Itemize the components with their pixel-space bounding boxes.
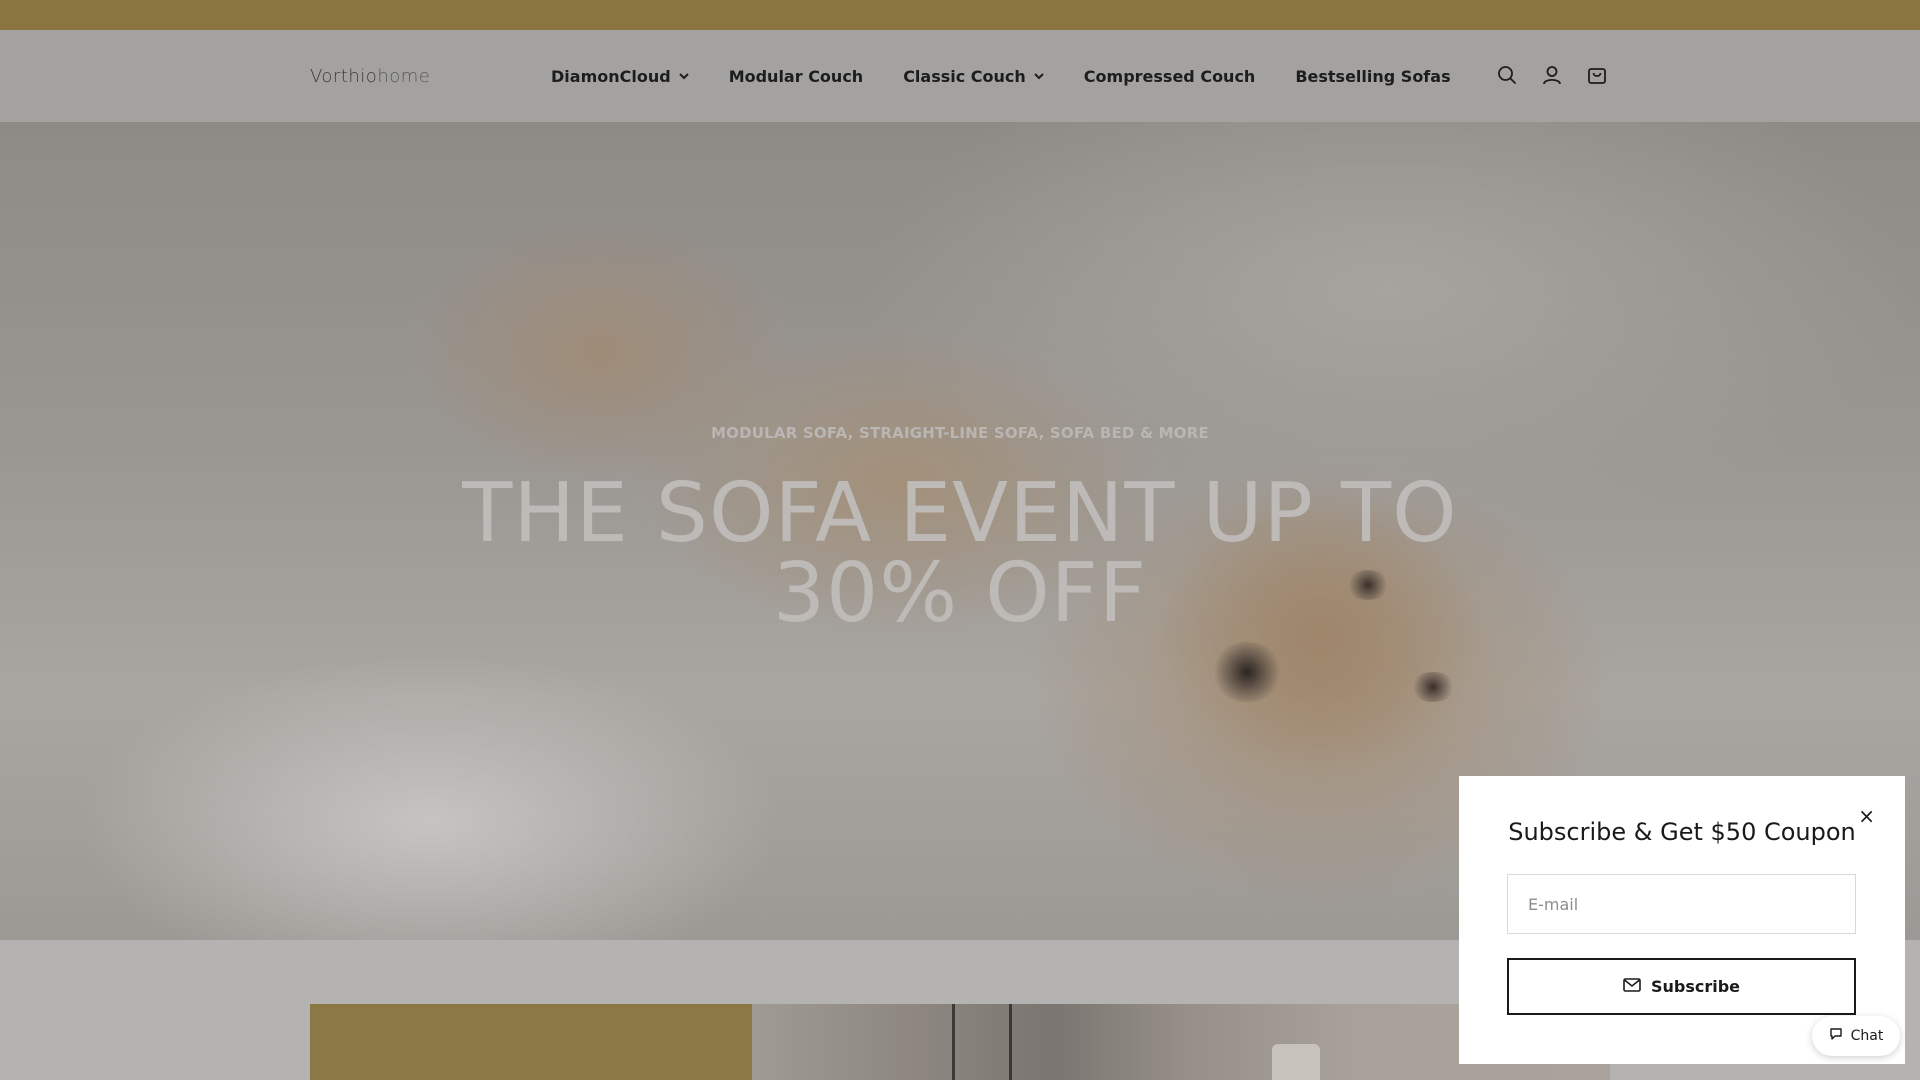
announcement-bar — [0, 0, 1920, 30]
nav-item-modular-couch[interactable]: Modular Couch — [729, 67, 864, 86]
chevron-down-icon — [678, 72, 689, 80]
popup-title: Subscribe & Get $50 Coupon — [1508, 818, 1856, 846]
promo-image-frame — [952, 1004, 1012, 1080]
nav-item-label: Bestselling Sofas — [1295, 66, 1451, 86]
nav-item-label: DiamonCloud — [551, 66, 671, 86]
main-nav: DiamonCloud Modular Couch Classic Couch … — [551, 64, 1491, 88]
cart-icon[interactable] — [1586, 64, 1608, 86]
chat-button-label: Chat — [1850, 1028, 1884, 1044]
subscribe-button-label: Subscribe — [1650, 977, 1741, 996]
subscribe-button[interactable]: Subscribe — [1507, 958, 1856, 1015]
chat-button[interactable]: Chat — [1812, 1016, 1900, 1056]
promo-image-lamp — [1272, 1044, 1320, 1080]
site-header: Vorthiohome DiamonCloud Modular Couch Cl… — [0, 30, 1920, 122]
nav-item-diamoncloud[interactable]: DiamonCloud — [551, 67, 689, 86]
nav-item-label: Compressed Couch — [1083, 66, 1256, 86]
search-icon[interactable] — [1496, 64, 1518, 86]
nav-item-bestselling-sofas[interactable]: Bestselling Sofas — [1295, 67, 1450, 86]
chat-bubble-icon — [1829, 1027, 1843, 1045]
hero-image-detail — [1410, 672, 1456, 702]
chevron-down-icon — [1034, 72, 1044, 80]
header-actions — [1496, 64, 1608, 86]
hero-eyebrow: MODULAR SOFA, STRAIGHT-LINE SOFA, SOFA B… — [711, 424, 1209, 442]
logo-text-primary: Vorthio — [310, 66, 378, 87]
mail-icon — [1623, 977, 1641, 997]
email-field[interactable] — [1507, 874, 1856, 934]
promo-tile-gold[interactable] — [310, 1004, 752, 1080]
nav-item-classic-couch[interactable]: Classic Couch — [903, 67, 1044, 86]
nav-item-compressed-couch[interactable]: Compressed Couch — [1084, 67, 1256, 86]
logo-text-secondary: home — [377, 66, 431, 87]
hero-image-detail — [1212, 642, 1282, 702]
nav-item-label: Classic Couch — [903, 66, 1026, 86]
account-icon[interactable] — [1541, 64, 1563, 86]
hero-title: THE SOFA EVENT UP TO 30% OFF — [460, 473, 1460, 635]
brand-logo[interactable]: Vorthiohome — [310, 66, 430, 87]
hero-title-line2: 30% OFF — [772, 546, 1148, 641]
nav-item-label: Modular Couch — [728, 66, 864, 86]
